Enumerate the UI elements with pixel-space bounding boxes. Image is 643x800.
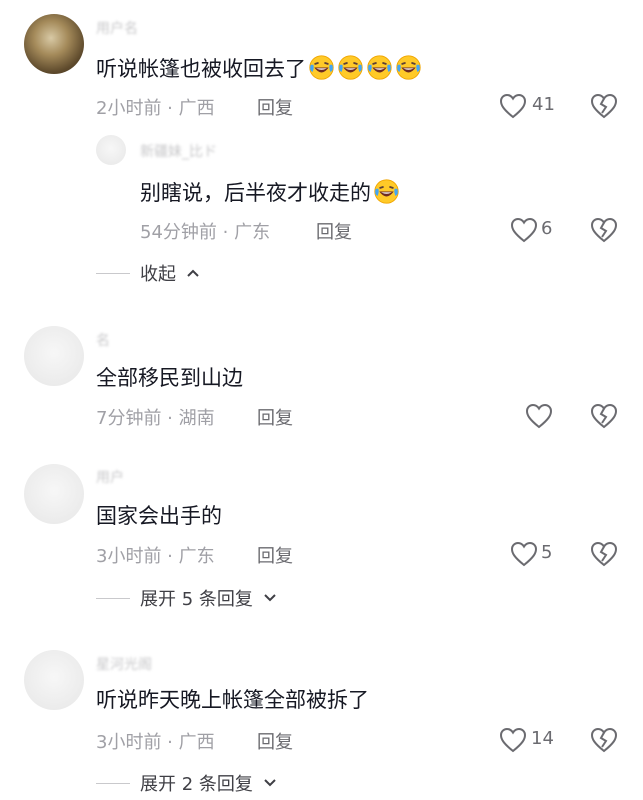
broken-heart-icon[interactable] bbox=[590, 727, 618, 753]
expand-replies-button[interactable]: 展开 5 条回复 bbox=[96, 585, 277, 611]
reply-text: 别瞎说，后半夜才收走的 bbox=[140, 178, 400, 207]
like-count: 14 bbox=[531, 728, 554, 749]
comment-meta: 3小时前 · 广西 bbox=[96, 732, 215, 753]
emoji-group bbox=[306, 55, 422, 81]
chevron-down-icon bbox=[264, 594, 276, 602]
avatar[interactable] bbox=[24, 464, 84, 524]
comment-text: 全部移民到山边 bbox=[96, 366, 243, 390]
like-count: 41 bbox=[532, 94, 555, 115]
like-count: 6 bbox=[541, 218, 553, 239]
laughing-crying-face-emoji bbox=[374, 179, 399, 204]
broken-heart-icon[interactable] bbox=[590, 93, 618, 119]
laughing-crying-face-emoji bbox=[338, 55, 363, 80]
comment-meta: 2小时前 · 广西 bbox=[96, 98, 215, 119]
like-count: 5 bbox=[541, 542, 553, 563]
emoji-group bbox=[371, 179, 400, 205]
username-blurred[interactable]: 名 bbox=[96, 330, 110, 350]
chevron-up-icon bbox=[187, 269, 199, 277]
avatar[interactable] bbox=[24, 326, 84, 386]
broken-heart-icon[interactable] bbox=[590, 541, 618, 567]
reply-button[interactable]: 回复 bbox=[257, 94, 293, 120]
reply-button[interactable]: 回复 bbox=[257, 542, 293, 568]
username-blurred[interactable]: 用户 bbox=[96, 467, 124, 487]
heart-outline-icon[interactable] bbox=[510, 541, 538, 567]
heart-outline-icon[interactable] bbox=[499, 727, 527, 753]
laughing-crying-face-emoji bbox=[396, 55, 421, 80]
broken-heart-icon[interactable] bbox=[590, 403, 618, 429]
expand-replies-button[interactable]: 展开 2 条回复 bbox=[96, 770, 277, 796]
broken-heart-icon[interactable] bbox=[590, 217, 618, 243]
username-blurred[interactable]: 星河光阁 bbox=[96, 654, 152, 674]
heart-outline-icon[interactable] bbox=[525, 403, 553, 429]
reply-avatar[interactable] bbox=[96, 135, 126, 165]
reply-button[interactable]: 回复 bbox=[257, 728, 293, 754]
avatar[interactable] bbox=[24, 14, 84, 74]
laughing-crying-face-emoji bbox=[367, 55, 392, 80]
collapse-replies-button[interactable]: 收起 bbox=[96, 260, 200, 286]
chevron-down-icon bbox=[264, 779, 276, 787]
heart-outline-icon[interactable] bbox=[499, 93, 527, 119]
reply-meta: 54分钟前 · 广东 bbox=[140, 222, 271, 243]
avatar[interactable] bbox=[24, 650, 84, 710]
comment-meta: 3小时前 · 广东 bbox=[96, 546, 215, 567]
heart-outline-icon[interactable] bbox=[510, 217, 538, 243]
comment-text: 听说帐篷也被收回去了 bbox=[96, 54, 422, 83]
reply-button[interactable]: 回复 bbox=[257, 404, 293, 430]
username-blurred[interactable]: 用户名 bbox=[96, 18, 138, 38]
laughing-crying-face-emoji bbox=[309, 55, 334, 80]
reply-username-blurred[interactable]: 新疆妹_比ド bbox=[140, 141, 217, 161]
comment-text: 听说昨天晚上帐篷全部被拆了 bbox=[96, 688, 369, 712]
comment-meta: 7分钟前 · 湖南 bbox=[96, 408, 215, 429]
comment-text: 国家会出手的 bbox=[96, 504, 222, 528]
reply-button[interactable]: 回复 bbox=[316, 218, 352, 244]
